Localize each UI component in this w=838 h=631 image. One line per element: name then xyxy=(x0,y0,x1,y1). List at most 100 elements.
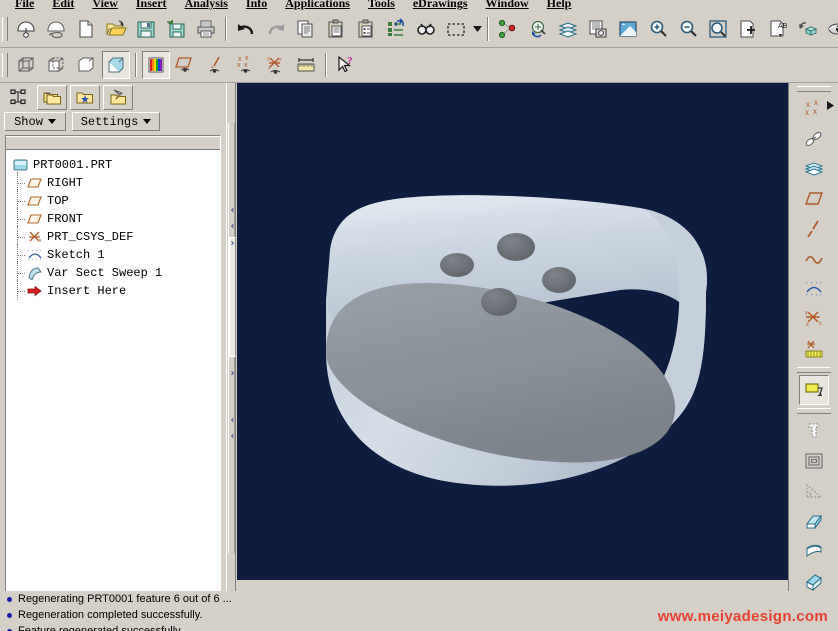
undo-icon[interactable] xyxy=(232,15,260,43)
copy-icon[interactable] xyxy=(292,15,320,43)
folder-browser-tab[interactable] xyxy=(37,84,67,110)
tree-item-datum-front[interactable]: FRONT xyxy=(12,208,220,228)
layers-icon[interactable] xyxy=(554,15,582,43)
refit-icon[interactable] xyxy=(704,15,732,43)
favorites-tab[interactable] xyxy=(70,84,100,110)
tree-item-part[interactable]: PRT0001.PRT xyxy=(12,156,220,174)
toolbar-grip[interactable] xyxy=(796,86,831,92)
datum-offset-csys-icon[interactable] xyxy=(799,124,829,154)
splitter-thumb[interactable] xyxy=(229,237,236,357)
splitter-collapse-arrow-icon[interactable]: ‹ xyxy=(228,205,237,216)
save-icon[interactable] xyxy=(132,15,160,43)
find-icon[interactable] xyxy=(412,15,440,43)
saved-views-icon[interactable] xyxy=(734,15,762,43)
menu-item-applications[interactable]: Applications xyxy=(276,0,359,9)
datum-axis-tool-icon[interactable] xyxy=(799,214,829,244)
toolbar-separator xyxy=(487,17,489,41)
sketch-tool-icon[interactable] xyxy=(799,274,829,304)
splitter-expand-arrow-icon[interactable]: › xyxy=(228,238,237,249)
menu-item-window[interactable]: Window xyxy=(477,0,538,9)
tree-item-datum-top[interactable]: TOP xyxy=(12,190,220,210)
show-menu-button[interactable]: Show xyxy=(4,112,66,131)
status-message-text: Regenerating PRT0001 feature 6 out of 6 … xyxy=(18,593,232,605)
repaint-icon[interactable] xyxy=(614,15,642,43)
zoom-out-icon[interactable] xyxy=(674,15,702,43)
model-tree[interactable]: PRT0001.PRT RIGHT TOP FRONT x PRT_CSYS_D… xyxy=(4,134,222,631)
print-icon[interactable] xyxy=(192,15,220,43)
spin-center-icon[interactable] xyxy=(524,15,552,43)
chevron-down-icon[interactable] xyxy=(471,18,483,40)
save-a-copy-icon[interactable] xyxy=(162,15,190,43)
tree-item-var-sect-sweep[interactable]: Var Sect Sweep 1 xyxy=(12,262,220,282)
menu-item-help[interactable]: Help xyxy=(538,0,581,9)
navigator-tabs xyxy=(0,83,226,111)
paste-icon[interactable] xyxy=(322,15,350,43)
toolbar-grip[interactable] xyxy=(796,367,831,373)
orientation-icon[interactable] xyxy=(794,15,822,43)
draft-tool-icon[interactable] xyxy=(799,476,829,506)
open-folder-icon[interactable] xyxy=(102,15,130,43)
splitter-collapse-arrow-icon[interactable]: ‹ xyxy=(228,221,237,232)
splitter-collapse-arrow-icon[interactable]: ‹ xyxy=(228,431,237,442)
menu-item-tools[interactable]: Tools xyxy=(359,0,404,9)
chevron-right-icon[interactable] xyxy=(827,97,834,115)
splitter-track[interactable]: ‹ ‹ › › ‹ ‹ xyxy=(228,123,237,553)
annotate-icon[interactable]: AB xyxy=(764,15,792,43)
settings-menu-button[interactable]: Settings xyxy=(72,112,160,131)
round-tool-icon[interactable] xyxy=(799,506,829,536)
tree-item-insert-here[interactable]: Insert Here xyxy=(12,280,220,300)
color-appearance-icon[interactable] xyxy=(142,51,170,79)
csys-display-icon[interactable]: y z x xyxy=(262,51,290,79)
zoom-in-icon[interactable] xyxy=(644,15,672,43)
shell-tool-icon[interactable] xyxy=(799,446,829,476)
connections-tab[interactable] xyxy=(103,84,133,110)
hidden-line-icon[interactable] xyxy=(42,51,70,79)
tree-item-sketch[interactable]: Sketch 1 xyxy=(12,244,220,264)
toolbar-grip[interactable] xyxy=(2,17,8,41)
menu-item-edit[interactable]: Edit xyxy=(43,0,83,9)
datum-point-tool-icon[interactable]: x x x x xyxy=(799,94,829,124)
model-tree-tab[interactable] xyxy=(4,85,34,110)
datum-point-icon[interactable] xyxy=(494,15,522,43)
redo-icon[interactable] xyxy=(262,15,290,43)
datum-axis-icon[interactable] xyxy=(202,51,230,79)
extrude-tool-icon[interactable] xyxy=(798,375,829,405)
help-pointer-icon[interactable]: ? xyxy=(332,51,360,79)
regenerate-icon[interactable] xyxy=(382,15,410,43)
select-box-icon[interactable] xyxy=(442,15,470,43)
tree-item-csys[interactable]: x PRT_CSYS_DEF xyxy=(12,226,220,246)
annotation-display-icon[interactable] xyxy=(292,51,320,79)
blank-page-icon[interactable] xyxy=(72,15,100,43)
splitter-collapse-arrow-icon[interactable]: ‹ xyxy=(228,415,237,426)
paste-special-icon[interactable] xyxy=(352,15,380,43)
menu-item-info[interactable]: Info xyxy=(237,0,276,9)
graphics-viewport[interactable] xyxy=(237,83,788,580)
menu-item-file[interactable]: File xyxy=(6,0,43,9)
toolbar-grip[interactable] xyxy=(2,53,8,77)
shading-icon[interactable] xyxy=(102,51,130,79)
tree-item-datum-right[interactable]: RIGHT xyxy=(12,172,220,192)
hole-tool-icon[interactable] xyxy=(799,416,829,446)
sketched-datum-icon[interactable] xyxy=(799,184,829,214)
chamfer-tool-icon[interactable] xyxy=(799,536,829,566)
wireframe-icon[interactable] xyxy=(12,51,40,79)
no-hidden-icon[interactable] xyxy=(72,51,100,79)
curve-tool-icon[interactable] xyxy=(799,244,829,274)
menu-item-view[interactable]: View xyxy=(83,0,127,9)
datum-plane-icon[interactable] xyxy=(172,51,200,79)
new-assembly-icon[interactable] xyxy=(42,15,70,43)
svg-text:x: x xyxy=(279,57,282,63)
view-manager-icon[interactable] xyxy=(824,15,838,43)
point-array-icon[interactable] xyxy=(799,334,829,364)
csys-tool-icon[interactable]: y z x xyxy=(799,304,829,334)
menu-item-insert[interactable]: Insert xyxy=(127,0,176,9)
panel-splitter[interactable]: ‹ ‹ › › ‹ ‹ xyxy=(226,83,236,591)
datum-point-display-icon[interactable]: x x x x xyxy=(232,51,260,79)
menu-item-analysis[interactable]: Analysis xyxy=(176,0,237,9)
splitter-expand-arrow-icon[interactable]: › xyxy=(228,368,237,379)
toolbar-grip[interactable] xyxy=(796,408,831,414)
datum-plane-tool-icon[interactable] xyxy=(799,154,829,184)
model-player-icon[interactable] xyxy=(584,15,612,43)
menu-item-edrawings[interactable]: eDrawings xyxy=(404,0,477,9)
new-part-icon[interactable] xyxy=(12,15,40,43)
